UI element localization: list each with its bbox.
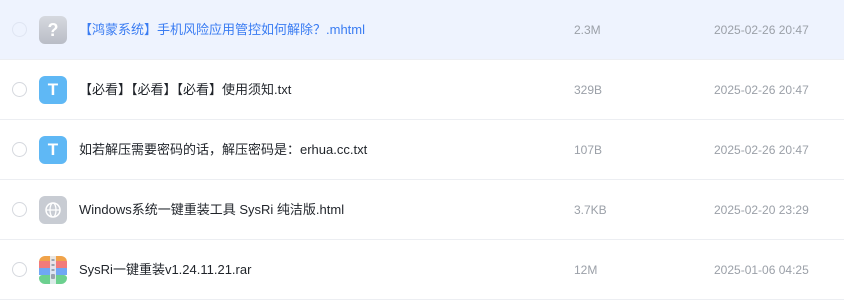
file-date: 2025-02-26 20:47 <box>714 143 809 157</box>
file-name[interactable]: 如若解压需要密码的话，解压密码是：erhua.cc.txt <box>79 120 367 180</box>
file-row[interactable]: T 【必看】【必看】【必看】使用须知.txt 329B 2025-02-26 2… <box>0 60 844 120</box>
archive-file-icon <box>39 256 67 284</box>
file-row[interactable]: ? 【鸿蒙系统】手机风险应用管控如何解除？.mhtml 2.3M 2025-02… <box>0 0 844 60</box>
file-name[interactable]: SysRi一键重装v1.24.11.21.rar <box>79 240 251 300</box>
row-checkbox[interactable] <box>12 262 27 277</box>
file-size: 3.7KB <box>574 203 607 217</box>
archive-icon <box>39 256 67 284</box>
file-row[interactable]: T 如若解压需要密码的话，解压密码是：erhua.cc.txt 107B 202… <box>0 120 844 180</box>
txt-file-icon: T <box>39 76 67 104</box>
file-name[interactable]: 【鸿蒙系统】手机风险应用管控如何解除？.mhtml <box>79 0 365 60</box>
file-list: ? 【鸿蒙系统】手机风险应用管控如何解除？.mhtml 2.3M 2025-02… <box>0 0 844 300</box>
row-checkbox[interactable] <box>12 142 27 157</box>
file-date: 2025-02-20 23:29 <box>714 203 809 217</box>
file-date: 2025-01-06 04:25 <box>714 263 809 277</box>
globe-icon <box>45 202 61 218</box>
globe-file-icon <box>39 196 67 224</box>
file-size: 329B <box>574 83 603 97</box>
txt-file-icon: T <box>39 136 67 164</box>
row-checkbox[interactable] <box>12 82 27 97</box>
file-name[interactable]: 【必看】【必看】【必看】使用须知.txt <box>79 60 291 120</box>
file-date: 2025-02-26 20:47 <box>714 83 809 97</box>
file-size: 12M <box>574 263 598 277</box>
file-size: 2.3M <box>574 23 601 37</box>
file-name[interactable]: Windows系统一键重装工具 SysRi 纯洁版.html <box>79 180 344 240</box>
row-checkbox[interactable] <box>12 202 27 217</box>
unknown-file-icon: ? <box>39 16 67 44</box>
file-size: 107B <box>574 143 603 157</box>
row-checkbox[interactable] <box>12 22 27 37</box>
file-date: 2025-02-26 20:47 <box>714 23 809 37</box>
file-row[interactable]: SysRi一键重装v1.24.11.21.rar 12M 2025-01-06 … <box>0 240 844 300</box>
file-row[interactable]: Windows系统一键重装工具 SysRi 纯洁版.html 3.7KB 202… <box>0 180 844 240</box>
